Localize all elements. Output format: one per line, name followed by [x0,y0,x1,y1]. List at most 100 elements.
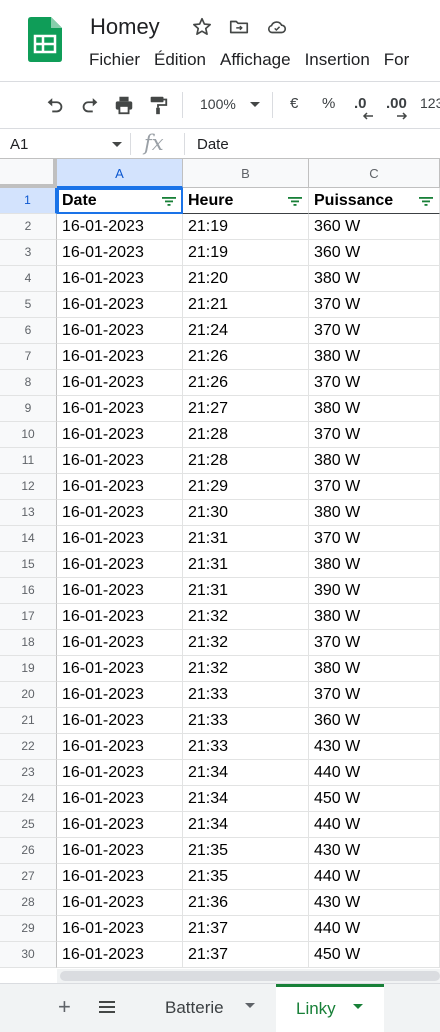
cell-power[interactable]: 370 W [309,474,440,500]
menu-fichier[interactable]: Fichier [89,50,140,70]
cell-date[interactable]: 16-01-2023 [57,916,183,942]
sheet-tab-batterie[interactable]: Batterie [145,984,273,1032]
cell-date[interactable]: 16-01-2023 [57,474,183,500]
cell-time[interactable]: 21:34 [183,760,309,786]
chevron-down-icon[interactable] [250,102,260,108]
cell-power[interactable]: 380 W [309,396,440,422]
cell-time[interactable]: 21:32 [183,656,309,682]
cell-date[interactable]: 16-01-2023 [57,370,183,396]
horizontal-scrollbar-thumb[interactable] [60,971,440,981]
cell-time[interactable]: 21:19 [183,240,309,266]
cell-power[interactable]: 380 W [309,266,440,292]
header-cell[interactable]: Puissance [309,188,440,214]
row-header[interactable]: 26 [0,838,57,864]
cell-time[interactable]: 21:37 [183,942,309,968]
row-header[interactable]: 1 [0,188,57,214]
row-header[interactable]: 13 [0,500,57,526]
column-header-c[interactable]: C [309,159,440,188]
cell-power[interactable]: 370 W [309,370,440,396]
all-sheets-icon[interactable] [97,997,117,1017]
row-header[interactable]: 16 [0,578,57,604]
header-cell[interactable]: Date [57,188,183,214]
cell-power[interactable]: 360 W [309,240,440,266]
spreadsheet-grid[interactable]: A B C 1 Date Heure Puissance 2 16-01-2023 21:1… [0,159,440,969]
cell-time[interactable]: 21:28 [183,422,309,448]
row-header[interactable]: 8 [0,370,57,396]
row-header[interactable]: 12 [0,474,57,500]
cell-time[interactable]: 21:19 [183,214,309,240]
cell-power[interactable]: 390 W [309,578,440,604]
cell-date[interactable]: 16-01-2023 [57,786,183,812]
filter-icon[interactable] [161,194,177,208]
cell-time[interactable]: 21:37 [183,916,309,942]
decrease-decimal-button[interactable]: .0 [354,95,367,112]
row-header[interactable]: 19 [0,656,57,682]
cell-time[interactable]: 21:26 [183,344,309,370]
column-header-b[interactable]: B [183,159,309,188]
cell-power[interactable]: 450 W [309,942,440,968]
cell-power[interactable]: 370 W [309,682,440,708]
row-header[interactable]: 10 [0,422,57,448]
cloud-status-icon[interactable] [266,16,288,38]
cell-power[interactable]: 450 W [309,786,440,812]
cell-date[interactable]: 16-01-2023 [57,214,183,240]
row-header[interactable]: 15 [0,552,57,578]
cell-power[interactable]: 370 W [309,422,440,448]
row-header[interactable]: 3 [0,240,57,266]
row-header[interactable]: 9 [0,396,57,422]
cell-power[interactable]: 380 W [309,552,440,578]
row-header[interactable]: 2 [0,214,57,240]
percent-format-button[interactable]: % [322,95,335,112]
print-icon[interactable] [113,94,135,116]
cell-power[interactable]: 380 W [309,656,440,682]
row-header[interactable]: 20 [0,682,57,708]
zoom-select[interactable]: 100% [200,96,236,112]
row-header[interactable]: 18 [0,630,57,656]
cell-date[interactable]: 16-01-2023 [57,682,183,708]
cell-date[interactable]: 16-01-2023 [57,864,183,890]
row-header[interactable]: 24 [0,786,57,812]
cell-date[interactable]: 16-01-2023 [57,890,183,916]
cell-date[interactable]: 16-01-2023 [57,578,183,604]
chevron-down-icon[interactable] [245,1003,255,1009]
star-icon[interactable] [191,16,213,38]
cell-power[interactable]: 370 W [309,292,440,318]
row-header[interactable]: 22 [0,734,57,760]
filter-icon[interactable] [418,194,434,208]
cell-date[interactable]: 16-01-2023 [57,760,183,786]
cell-date[interactable]: 16-01-2023 [57,708,183,734]
cell-date[interactable]: 16-01-2023 [57,422,183,448]
cell-time[interactable]: 21:32 [183,604,309,630]
cell-date[interactable]: 16-01-2023 [57,734,183,760]
cell-power[interactable]: 380 W [309,604,440,630]
cell-date[interactable]: 16-01-2023 [57,812,183,838]
paint-format-icon[interactable] [147,94,169,116]
cell-power[interactable]: 380 W [309,500,440,526]
cell-date[interactable]: 16-01-2023 [57,240,183,266]
formula-input[interactable]: Date [197,136,229,153]
cell-time[interactable]: 21:29 [183,474,309,500]
cell-time[interactable]: 21:34 [183,786,309,812]
menu-edition[interactable]: Édition [154,50,206,70]
cell-date[interactable]: 16-01-2023 [57,942,183,968]
row-header[interactable]: 11 [0,448,57,474]
row-header[interactable]: 25 [0,812,57,838]
cell-date[interactable]: 16-01-2023 [57,448,183,474]
sheet-tab-linky[interactable]: Linky [276,984,384,1032]
row-header[interactable]: 14 [0,526,57,552]
cell-power[interactable]: 360 W [309,708,440,734]
cell-power[interactable]: 440 W [309,916,440,942]
cell-time[interactable]: 21:30 [183,500,309,526]
cell-time[interactable]: 21:33 [183,734,309,760]
cell-date[interactable]: 16-01-2023 [57,630,183,656]
cell-time[interactable]: 21:33 [183,682,309,708]
document-title[interactable]: Homey [90,14,160,40]
column-header-a[interactable]: A [57,159,183,188]
select-all-corner[interactable] [0,159,57,188]
cell-time[interactable]: 21:24 [183,318,309,344]
google-sheets-logo-icon[interactable] [28,17,62,62]
redo-icon[interactable] [79,94,101,116]
cell-date[interactable]: 16-01-2023 [57,266,183,292]
cell-time[interactable]: 21:27 [183,396,309,422]
cell-time[interactable]: 21:36 [183,890,309,916]
